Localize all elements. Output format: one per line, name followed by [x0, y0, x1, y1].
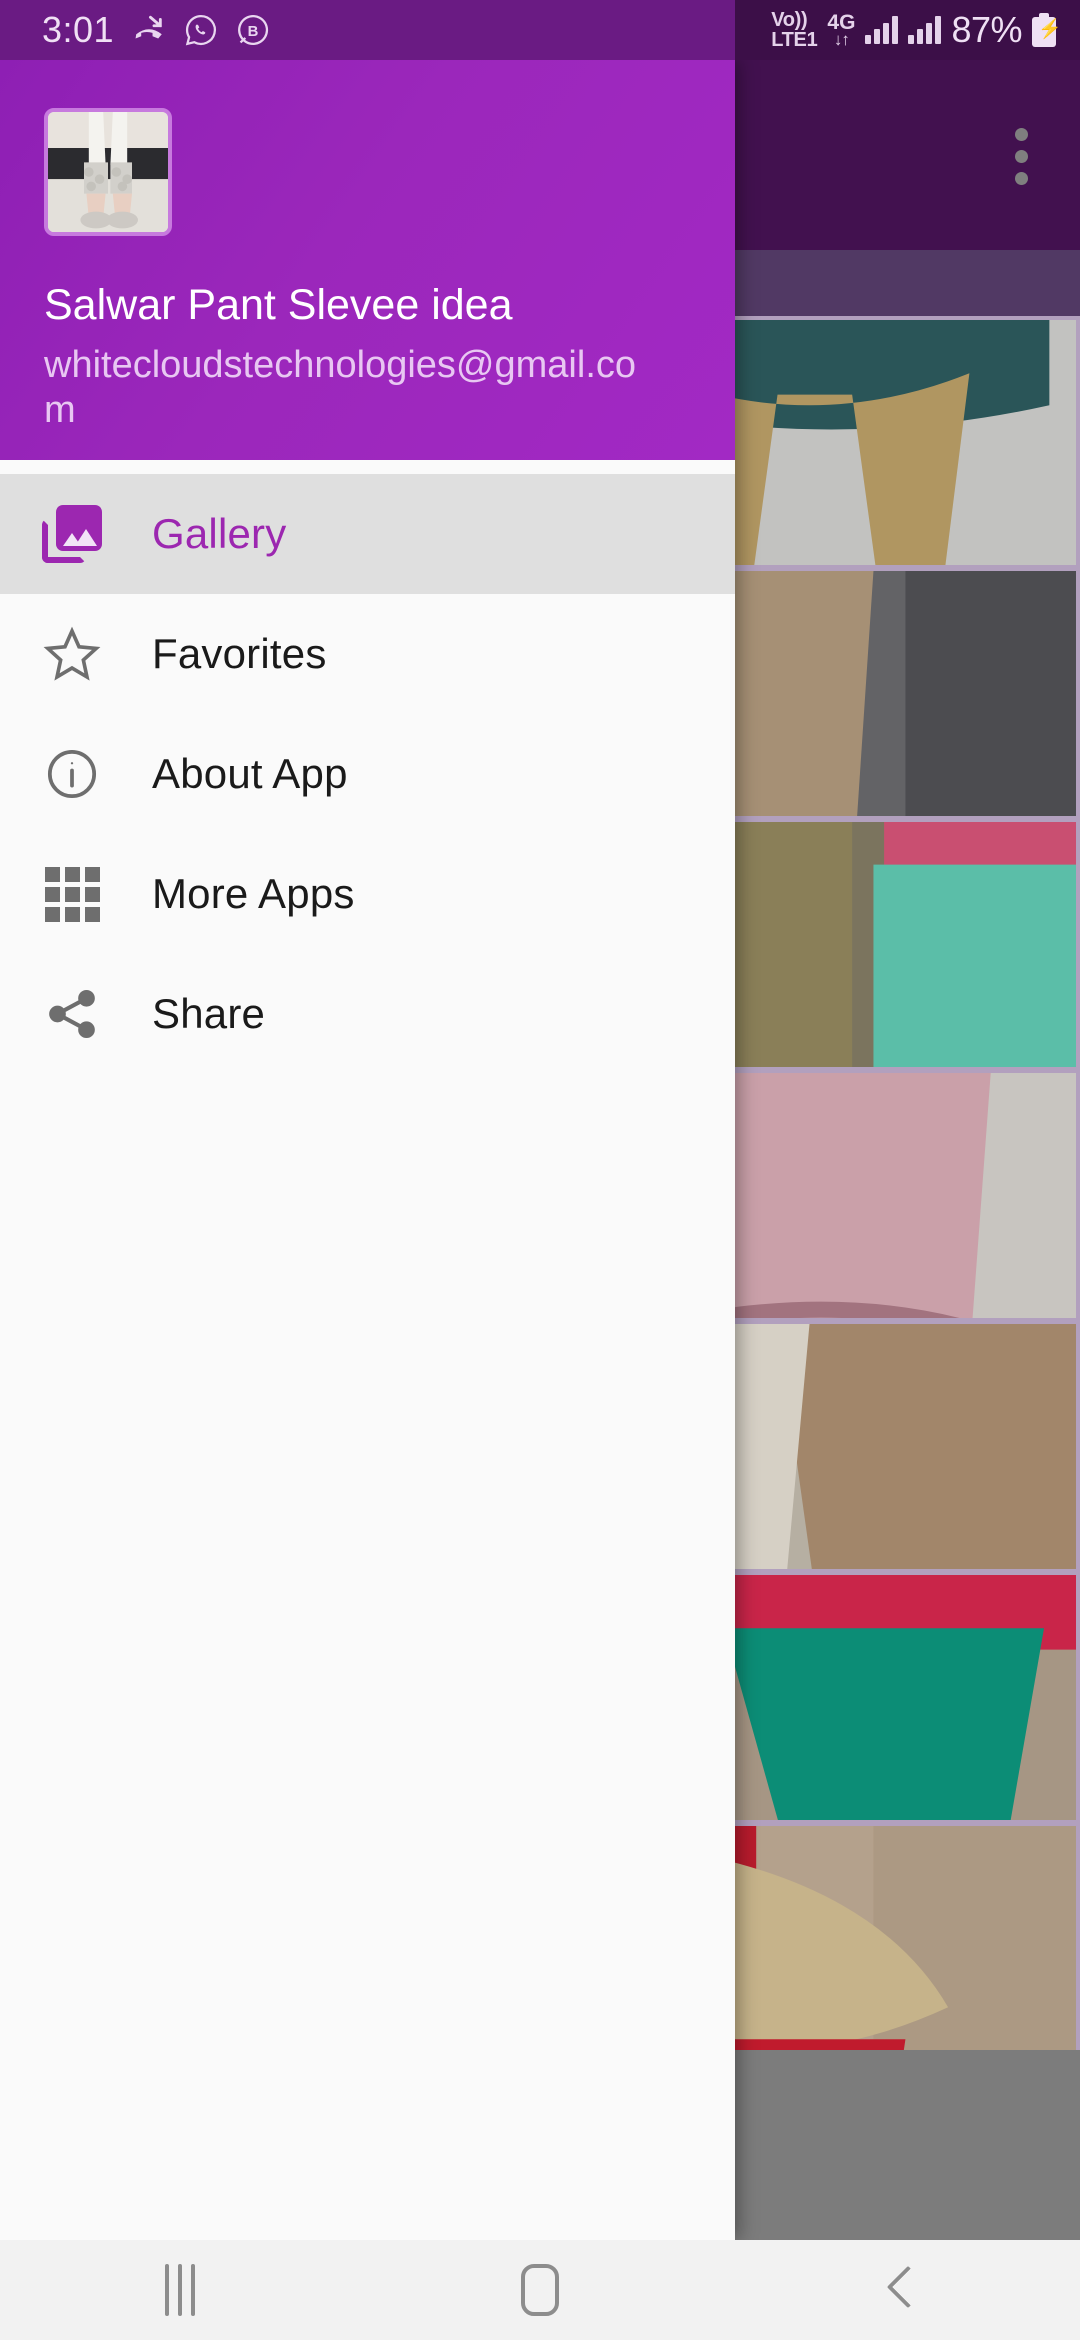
- sidebar-item-label: Favorites: [152, 630, 327, 677]
- share-icon: [40, 982, 104, 1046]
- avatar-image: [48, 112, 168, 232]
- sidebar-item-favorites[interactable]: Favorites: [0, 594, 735, 714]
- sidebar-item-share[interactable]: Share: [0, 954, 735, 1074]
- photo-library-icon: [40, 502, 104, 566]
- sidebar-item-label: Gallery: [152, 510, 287, 557]
- drawer-scrim[interactable]: [735, 60, 1080, 2240]
- recents-button[interactable]: [90, 2240, 270, 2340]
- home-button[interactable]: [450, 2240, 630, 2340]
- back-icon: [885, 2264, 915, 2316]
- sidebar-item-label: Share: [152, 990, 266, 1037]
- apps-grid-icon: [40, 862, 104, 926]
- sidebar-item-about-app[interactable]: About App: [0, 714, 735, 834]
- drawer-app-name: Salwar Pant Slevee idea: [44, 281, 513, 329]
- sidebar-item-label: About App: [152, 750, 348, 797]
- sidebar-item-more-apps[interactable]: More Apps: [0, 834, 735, 954]
- home-icon: [521, 2264, 559, 2316]
- sidebar-item-label: More Apps: [152, 870, 355, 917]
- sidebar-item-gallery[interactable]: Gallery: [0, 474, 735, 594]
- drawer-header: Salwar Pant Slevee idea whitecloudstechn…: [0, 60, 735, 460]
- statusbar-backdrop: [0, 0, 1080, 60]
- recents-icon: [165, 2264, 195, 2316]
- star-outline-icon: [40, 622, 104, 686]
- app-icon-avatar: [44, 108, 172, 236]
- drawer-account-email: whitecloudstechnologies@gmail.com: [44, 344, 637, 432]
- drawer-menu: Gallery Favorites About App More Apps Sh…: [0, 460, 735, 2240]
- phone-screen: a: [0, 0, 1080, 2340]
- system-navigation-bar: [0, 2240, 1080, 2340]
- back-button[interactable]: [810, 2240, 990, 2340]
- navigation-drawer: Salwar Pant Slevee idea whitecloudstechn…: [0, 60, 735, 2240]
- info-circle-icon: [40, 742, 104, 806]
